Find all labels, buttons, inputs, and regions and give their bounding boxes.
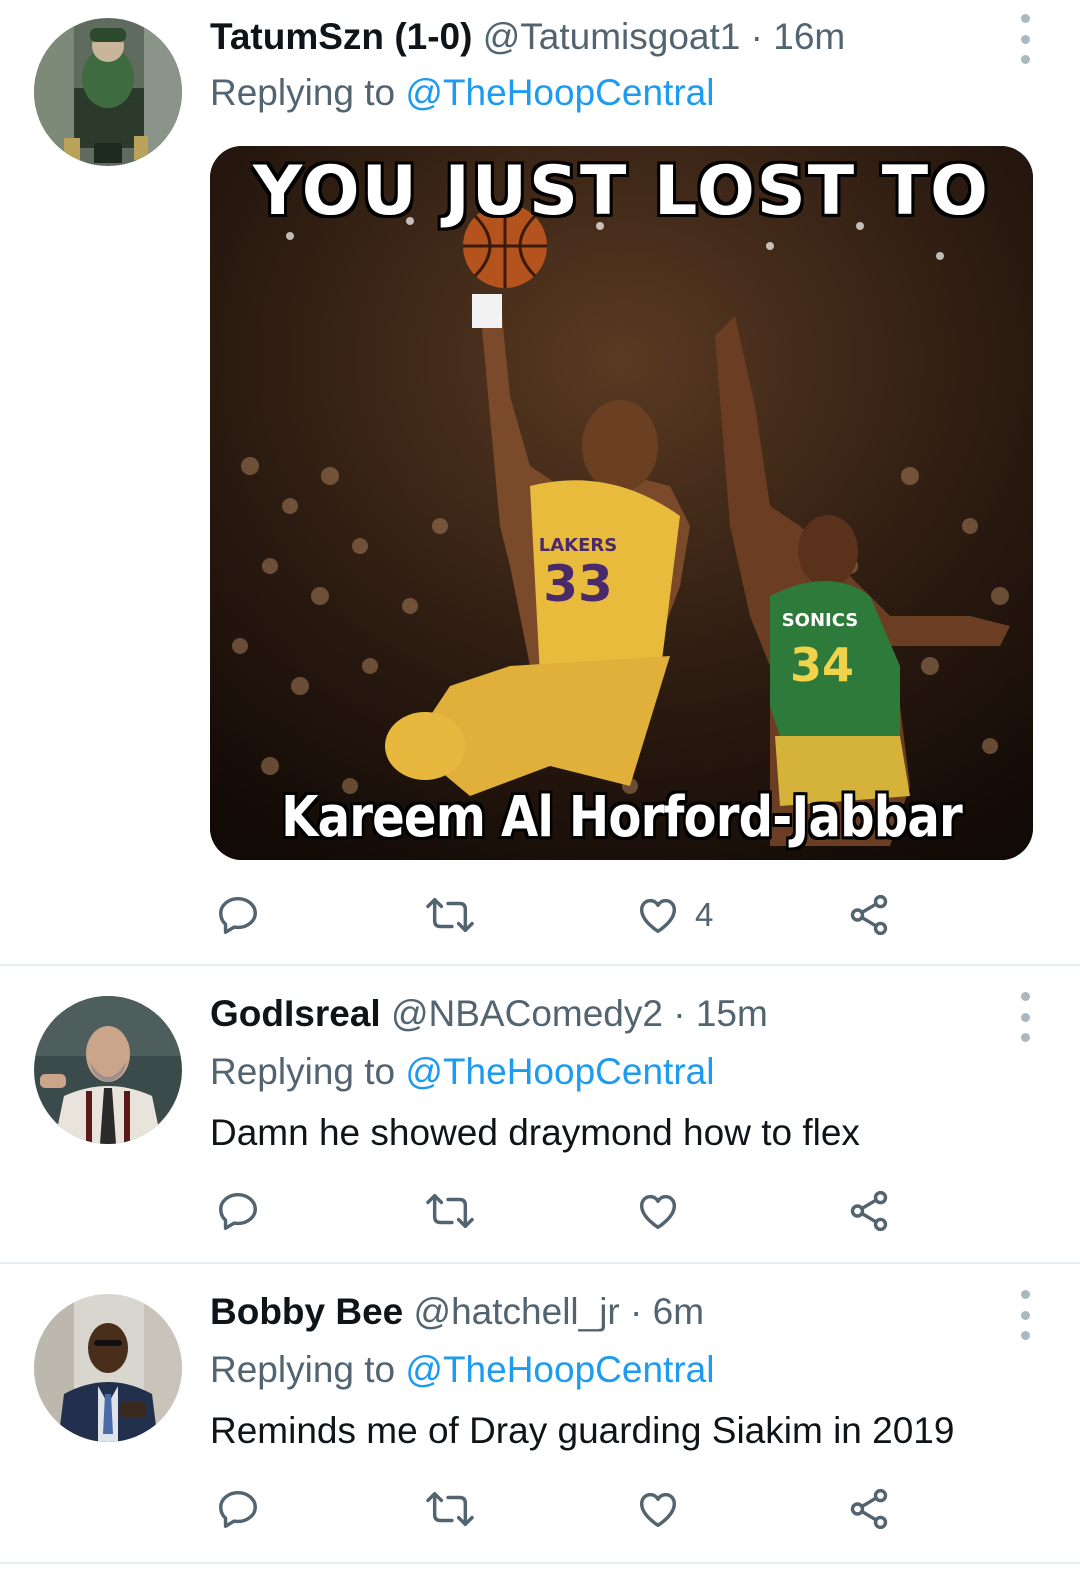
replying-to: Replying to @TheHoopCentral (210, 71, 714, 115)
tweet-text: Reminds me of Dray guarding Siakim in 20… (210, 1410, 955, 1451)
tweet-media-image[interactable]: 34 SONICS 33 LAKERS YOU JUST LOST TO Kar… (210, 146, 1033, 860)
tweet[interactable]: GodIsreal @NBAComedy2 · 15m Replying to … (0, 966, 1080, 1262)
handle[interactable]: @NBAComedy2 (391, 993, 663, 1034)
like-icon (639, 1492, 677, 1528)
jersey-right-number: 34 (790, 638, 854, 692)
reply-icon (219, 1192, 257, 1230)
meme-caption-bottom: Kareem Al Horford-Jabbar (281, 785, 963, 850)
retweet-button[interactable] (425, 1186, 475, 1236)
timestamp[interactable]: 15m (696, 993, 768, 1034)
jersey-right-team: SONICS (782, 610, 859, 631)
retweet-icon (426, 897, 474, 933)
meme-caption-top: YOU JUST LOST TO (252, 152, 990, 231)
tweet-actions: 4 (210, 890, 930, 940)
avatar[interactable] (34, 996, 182, 1144)
display-name[interactable]: TatumSzn (1-0) (210, 16, 472, 57)
avatar[interactable] (34, 1294, 182, 1442)
like-button[interactable]: 4 (635, 890, 713, 940)
divider (0, 1562, 1080, 1564)
tweet-header: GodIsreal @NBAComedy2 · 15m (210, 992, 768, 1036)
handle[interactable]: @Tatumisgoat1 (483, 16, 741, 57)
retweet-button[interactable] (425, 890, 475, 940)
separator: · (630, 1291, 643, 1332)
retweet-icon (426, 1193, 474, 1229)
avatar-teacher-photo-icon (34, 996, 182, 1144)
tweet-actions (210, 1186, 930, 1236)
replying-prefix: Replying to (210, 1349, 396, 1390)
like-button[interactable] (635, 1484, 681, 1534)
share-button[interactable] (846, 890, 892, 940)
avatar[interactable] (34, 18, 182, 166)
reply-button[interactable] (215, 1186, 261, 1236)
timestamp[interactable]: 16m (773, 16, 845, 57)
separator: · (750, 16, 763, 57)
share-button[interactable] (846, 1484, 892, 1534)
display-name[interactable]: Bobby Bee (210, 1291, 403, 1332)
tweet-header: Bobby Bee @hatchell_jr · 6m (210, 1290, 704, 1334)
replying-to: Replying to @TheHoopCentral (210, 1348, 714, 1392)
like-button[interactable] (635, 1186, 681, 1236)
replying-prefix: Replying to (210, 1051, 396, 1092)
tweet[interactable]: Bobby Bee @hatchell_jr · 6m Replying to … (0, 1264, 1080, 1564)
share-icon (850, 894, 888, 936)
avatar-suit-photo-icon (34, 1294, 182, 1442)
separator: · (673, 993, 686, 1034)
display-name[interactable]: GodIsreal (210, 993, 381, 1034)
reply-icon (219, 1490, 257, 1528)
share-icon (850, 1488, 888, 1530)
share-button[interactable] (846, 1186, 892, 1236)
like-count: 4 (695, 896, 714, 933)
handle[interactable]: @hatchell_jr (414, 1291, 620, 1332)
retweet-icon (426, 1491, 474, 1527)
jersey-left-number: 33 (543, 555, 613, 613)
more-icon[interactable] (1010, 1290, 1040, 1340)
tweet-header: TatumSzn (1-0) @Tatumisgoat1 · 16m (210, 15, 845, 59)
reply-button[interactable] (215, 890, 261, 940)
more-icon[interactable] (1010, 14, 1040, 64)
reply-button[interactable] (215, 1484, 261, 1534)
reply-icon (219, 896, 257, 934)
retweet-button[interactable] (425, 1484, 475, 1534)
more-icon[interactable] (1010, 992, 1040, 1042)
mention-link[interactable]: @TheHoopCentral (405, 72, 714, 113)
tweet-text: Damn he showed draymond how to flex (210, 1112, 860, 1153)
replying-to: Replying to @TheHoopCentral (210, 1050, 714, 1094)
like-icon (639, 1194, 677, 1230)
tweet-actions (210, 1484, 930, 1534)
mention-link[interactable]: @TheHoopCentral (405, 1349, 714, 1390)
share-icon (850, 1190, 888, 1232)
meme-photo: 34 SONICS 33 LAKERS (210, 146, 1033, 860)
avatar-gym-photo-icon (34, 18, 182, 166)
timestamp[interactable]: 6m (653, 1291, 704, 1332)
tweet[interactable]: TatumSzn (1-0) @Tatumisgoat1 · 16m Reply… (0, 0, 1080, 964)
like-icon (639, 898, 677, 934)
mention-link[interactable]: @TheHoopCentral (405, 1051, 714, 1092)
replying-prefix: Replying to (210, 72, 396, 113)
jersey-left-team: LAKERS (539, 535, 617, 556)
